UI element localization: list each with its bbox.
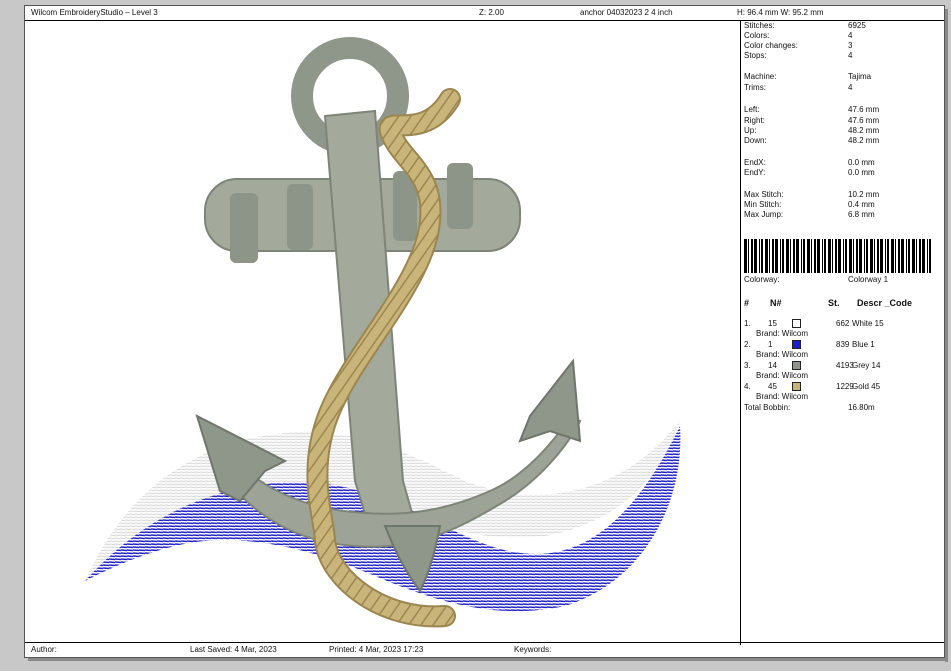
- color-swatch: [792, 340, 801, 349]
- author-label: Author:: [31, 645, 57, 654]
- col-header-description: Descr _Code: [857, 298, 913, 308]
- col-header-number: N#: [770, 298, 782, 308]
- color-brand: Brand: Wilcom: [756, 350, 809, 359]
- design-file-name: anchor 04032023 2 4 inch: [580, 8, 673, 17]
- zoom-level: Z: 2.00: [479, 8, 504, 17]
- stat-colors: Colors: 4: [744, 31, 853, 40]
- color-number: 15: [768, 319, 777, 328]
- stat-stitches: Stitches: 6925: [744, 21, 866, 30]
- color-row: 4. 45 1229 Gold 45 Brand: Wilcom: [744, 382, 942, 401]
- barcode-image: [744, 239, 931, 273]
- color-swatch: [792, 319, 801, 328]
- color-brand: Brand: Wilcom: [756, 329, 809, 338]
- color-swatch: [792, 382, 801, 391]
- color-description: Blue 1: [852, 340, 875, 349]
- keywords-label: Keywords:: [514, 645, 552, 654]
- color-number: 1: [768, 340, 773, 349]
- stat-max-jump: Max Jump: 6.8 mm: [744, 210, 875, 219]
- stat-right: Right: 47.6 mm: [744, 116, 880, 125]
- color-number: 14: [768, 361, 777, 370]
- page-shadow-right: [945, 9, 948, 662]
- colorway-row: Colorway: Colorway 1: [744, 275, 889, 284]
- stat-color-changes: Color changes: 3: [744, 41, 853, 50]
- color-index: 3.: [744, 361, 751, 370]
- stat-trims: Trims: 4: [744, 83, 853, 92]
- color-row: 2. 1 839 Blue 1 Brand: Wilcom: [744, 340, 942, 359]
- panel-divider: [740, 20, 741, 645]
- print-preview-sheet: Wilcom EmbroideryStudio – Level 3 Z: 2.0…: [24, 5, 945, 658]
- color-description: Grey 14: [852, 361, 881, 370]
- stat-down: Down: 48.2 mm: [744, 136, 880, 145]
- color-swatch: [792, 361, 801, 370]
- stat-left: Left: 47.6 mm: [744, 105, 880, 114]
- stat-stops: Stops: 4: [744, 51, 853, 60]
- color-row: 1. 15 662 White 15 Brand: Wilcom: [744, 319, 942, 338]
- design-size: H: 96.4 mm W: 95.2 mm: [737, 8, 824, 17]
- stat-max-stitch: Max Stitch: 10.2 mm: [744, 190, 880, 199]
- stat-up: Up: 48.2 mm: [744, 126, 880, 135]
- color-index: 1.: [744, 319, 751, 328]
- stat-endx: EndX: 0.0 mm: [744, 158, 875, 167]
- color-description: Gold 45: [852, 382, 881, 391]
- col-header-stitches: St.: [828, 298, 840, 308]
- design-info-panel: Stitches: 6925 Colors: 4 Color changes: 3 S…: [744, 21, 942, 641]
- printed-date: Printed: 4 Mar, 2023 17:23: [329, 645, 424, 654]
- color-brand: Brand: Wilcom: [756, 392, 809, 401]
- color-brand: Brand: Wilcom: [756, 371, 809, 380]
- sheet-header: Wilcom EmbroideryStudio – Level 3 Z: 2.0…: [25, 6, 944, 21]
- last-saved: Last Saved: 4 Mar, 2023: [190, 645, 277, 654]
- stat-endy: EndY: 0.0 mm: [744, 168, 875, 177]
- app-title: Wilcom EmbroideryStudio – Level 3: [31, 8, 158, 17]
- anchor-fluke-right: [518, 358, 582, 443]
- color-index: 2.: [744, 340, 751, 349]
- sheet-footer: Author: Last Saved: 4 Mar, 2023 Printed:…: [25, 642, 944, 657]
- color-row: 3. 14 4193 Grey 14 Brand: Wilcom: [744, 361, 942, 380]
- embroidery-design-anchor: [85, 37, 681, 628]
- color-stitches: 662: [836, 319, 850, 328]
- color-number: 45: [768, 382, 777, 391]
- total-bobbin-row: Total Bobbin: 16.80m: [744, 403, 875, 412]
- stat-machine: Machine: Tajima: [744, 72, 872, 81]
- col-header-index: #: [744, 298, 750, 308]
- page-shadow-bottom: [28, 658, 948, 661]
- color-stitches: 839: [836, 340, 850, 349]
- color-description: White 15: [852, 319, 884, 328]
- stat-min-stitch: Min Stitch: 0.4 mm: [744, 200, 875, 209]
- color-index: 4.: [744, 382, 751, 391]
